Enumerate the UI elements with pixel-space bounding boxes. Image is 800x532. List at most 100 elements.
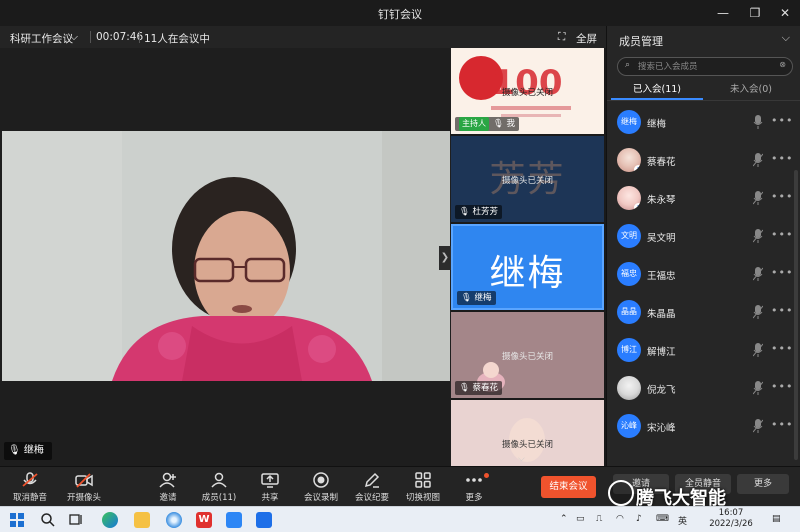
mic-muted-icon[interactable]	[752, 342, 764, 358]
battery-icon[interactable]: ▭	[576, 514, 585, 524]
mic-muted-icon[interactable]	[752, 228, 764, 244]
mic-muted-icon[interactable]	[752, 266, 764, 282]
members-button[interactable]: 成员(11)	[191, 472, 247, 506]
members-label: 成员(11)	[201, 493, 237, 503]
speaker-name: 继梅	[23, 445, 44, 456]
mic-muted-icon[interactable]	[752, 304, 764, 320]
window-title: 钉钉会议	[378, 8, 422, 21]
wifi-icon[interactable]: ◠	[616, 514, 624, 524]
member-item[interactable]: 晶晶 朱晶晶 •••	[607, 294, 799, 332]
more-icon[interactable]: •••	[771, 114, 793, 127]
task-view-icon[interactable]	[68, 512, 84, 528]
windows-start-icon[interactable]	[10, 513, 26, 529]
search-icon: ⌕	[625, 60, 631, 70]
invite-button[interactable]: 邀请	[140, 472, 196, 506]
more-icon[interactable]: •••	[771, 228, 793, 241]
member-name: 解博江	[647, 347, 676, 358]
more-icon[interactable]: •••	[771, 342, 793, 355]
file-explorer-icon[interactable]	[134, 512, 150, 528]
minimize-icon[interactable]: —	[712, 4, 734, 22]
thumbnail-caichunhua[interactable]: 摄像头已关闭 🎙 蔡春花	[451, 312, 604, 398]
close-icon[interactable]: ✕	[774, 4, 796, 22]
end-meeting-button[interactable]: 结束会议	[541, 476, 596, 498]
member-item[interactable]: 文明 吴文明 •••	[607, 218, 799, 256]
member-item[interactable]: ▯ 朱永琴 •••	[607, 180, 799, 218]
user-icon	[211, 472, 227, 488]
unmute-button[interactable]: 取消静音	[2, 472, 58, 506]
os-taskbar: W ⌃ ▭ ⎍ ◠ ♪ ⌨ 英 16:07 2022/3/26 ▤	[0, 506, 800, 532]
more-icon[interactable]: •••	[771, 418, 793, 431]
mic-muted-icon[interactable]	[752, 380, 764, 396]
edge-browser-icon[interactable]	[102, 512, 118, 528]
member-search[interactable]: ⌕ ⊗	[617, 57, 793, 76]
thumbnail-unnamed[interactable]: 摄像头已关闭	[451, 400, 604, 466]
tab-joined[interactable]: 已入会(11)	[611, 82, 703, 100]
chevron-down-icon[interactable]: ⌵	[70, 31, 78, 44]
mic-muted-icon[interactable]	[752, 418, 764, 434]
avatar: 继梅	[617, 110, 641, 134]
clear-icon[interactable]: ⊗	[779, 60, 786, 69]
more-icon[interactable]: •••	[771, 152, 793, 165]
member-search-input[interactable]	[638, 60, 773, 73]
thumbnail-jimei[interactable]: 继梅 🎙 继梅	[451, 224, 604, 310]
fullscreen-icon[interactable]: ⛶	[558, 31, 565, 44]
tray-expand-icon[interactable]: ⌃	[560, 514, 568, 524]
restore-icon[interactable]: ❐	[744, 4, 766, 22]
thumbnail-dufangfang[interactable]: 芳芳 摄像头已关闭 🎙 杜芳芳	[451, 136, 604, 222]
member-item[interactable]: 继梅 继梅 •••	[607, 104, 799, 142]
mic-muted-icon[interactable]	[753, 114, 763, 130]
mic-muted-icon[interactable]	[752, 190, 764, 206]
mobile-icon: ▯	[634, 165, 641, 172]
share-label: 共享	[261, 493, 279, 503]
wps-icon[interactable]: W	[196, 512, 212, 528]
avatar: ▯	[617, 148, 641, 172]
member-list-scrollbar[interactable]	[794, 170, 798, 460]
panel-more-button[interactable]: 更多	[737, 474, 789, 494]
member-item[interactable]: 沁峰 宋沁峰 •••	[607, 408, 799, 446]
pen-icon	[364, 472, 380, 488]
switch-view-button[interactable]: 切换视图	[395, 472, 451, 506]
meeting-info-bar: 科研工作会议 ⌵ 00:07:46 11人在会议中 ⛶ 全屏	[0, 26, 606, 48]
chevron-down-icon[interactable]: ⌵	[782, 31, 790, 45]
fullscreen-label[interactable]: 全屏	[576, 31, 597, 46]
ime-language[interactable]: 英	[678, 514, 687, 527]
search-icon[interactable]	[40, 512, 56, 528]
volume-icon[interactable]: ♪	[636, 514, 642, 524]
notification-icon[interactable]: ▤	[772, 514, 781, 524]
member-item[interactable]: 博江 解博江 •••	[607, 332, 799, 370]
share-button[interactable]: 共享	[242, 472, 298, 506]
chevron-down-icon[interactable]: ⌵	[518, 454, 525, 464]
more-icon[interactable]: •••	[771, 380, 793, 393]
more-button[interactable]: 更多	[446, 472, 502, 506]
ie-browser-icon[interactable]	[166, 512, 182, 528]
divider	[607, 100, 800, 101]
avatar: ▯	[617, 186, 641, 210]
video-thumbnail-list[interactable]: 100 摄像头已关闭 主持人 🎙 我 芳芳 摄像头已关闭 🎙 杜芳芳 继梅 🎙 继…	[451, 48, 606, 466]
thumbnail-name-label: 🎙 杜芳芳	[455, 205, 503, 219]
minutes-button[interactable]: 会议纪要	[344, 472, 400, 506]
more-icon[interactable]: •••	[771, 190, 793, 203]
record-button[interactable]: 会议录制	[293, 472, 349, 506]
meeting-name[interactable]: 科研工作会议	[10, 31, 73, 46]
dingtalk-meeting-icon[interactable]	[256, 512, 272, 528]
member-item[interactable]: 倪龙飞 •••	[607, 370, 799, 408]
grid-icon	[415, 472, 431, 488]
input-method-icon[interactable]: ⌨	[656, 514, 669, 524]
speaker-video-image	[2, 131, 450, 381]
network-icon[interactable]: ⎍	[596, 514, 602, 524]
microphone-icon: 🎙	[459, 207, 470, 217]
camera-off-text: 摄像头已关闭	[501, 88, 553, 98]
record-label: 会议录制	[303, 493, 338, 503]
mic-muted-icon[interactable]	[752, 152, 764, 168]
chevron-right-icon[interactable]: ❯	[439, 246, 451, 270]
clock[interactable]: 16:07 2022/3/26	[700, 508, 762, 530]
thumbnail-me[interactable]: 100 摄像头已关闭 主持人 🎙 我	[451, 48, 604, 134]
more-icon[interactable]: •••	[771, 304, 793, 317]
more-icon[interactable]: •••	[771, 266, 793, 279]
dingtalk-icon[interactable]	[226, 512, 242, 528]
camera-off-text: 摄像头已关闭	[501, 176, 553, 186]
member-item[interactable]: 福忠 王福忠 •••	[607, 256, 799, 294]
tab-not-joined[interactable]: 未入会(0)	[705, 82, 797, 100]
camera-on-button[interactable]: 开摄像头	[56, 472, 112, 506]
member-item[interactable]: ▯ 蔡春花 •••	[607, 142, 799, 180]
